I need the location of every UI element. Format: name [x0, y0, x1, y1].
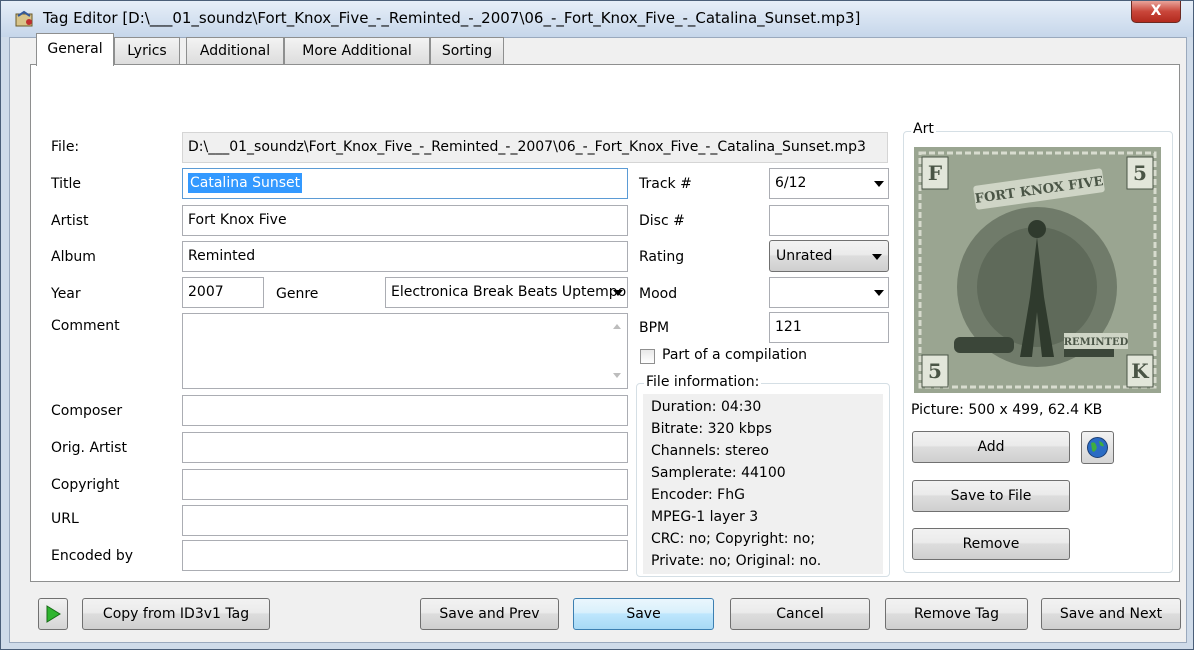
encoded-by-input[interactable]: [182, 540, 628, 571]
artist-input[interactable]: Fort Knox Five: [182, 205, 628, 236]
tab-lyrics[interactable]: Lyrics: [114, 37, 180, 65]
composer-label: Composer: [51, 403, 123, 419]
title-bar[interactable]: Tag Editor [D:\___01_soundz\Fort_Knox_Fi…: [1, 1, 1193, 37]
genre-label: Genre: [276, 286, 319, 302]
save-button[interactable]: Save: [573, 598, 714, 630]
cover-corner-br: K: [1131, 359, 1149, 383]
remove-tag-button[interactable]: Remove Tag: [885, 598, 1028, 630]
private-original-text: Private: no; Original: no.: [651, 553, 822, 569]
album-input[interactable]: Reminted: [182, 241, 628, 272]
disc-label: Disc #: [639, 213, 685, 229]
track-combobox[interactable]: 6/12: [769, 168, 889, 199]
tab-more-additional[interactable]: More Additional: [284, 37, 430, 65]
genre-value: Electronica Break Beats Uptempo: [391, 284, 627, 300]
compilation-checkbox[interactable]: [640, 349, 655, 364]
title-label: Title: [51, 176, 82, 192]
window-title: Tag Editor [D:\___01_soundz\Fort_Knox_Fi…: [43, 9, 861, 27]
cover-corner-tr: 5: [1133, 161, 1147, 185]
mpeg-layer-text: MPEG-1 layer 3: [651, 509, 759, 525]
track-label: Track #: [639, 176, 692, 192]
year-input[interactable]: 2007: [182, 277, 264, 308]
comment-textarea[interactable]: [182, 313, 628, 389]
file-information-group: Duration: 04:30 Bitrate: 320 kbps Channe…: [636, 383, 890, 577]
cover-subtitle-text: REMINTED: [1064, 337, 1129, 348]
play-button[interactable]: [38, 598, 68, 630]
file-label: File:: [51, 139, 80, 155]
encoded-by-label: Encoded by: [51, 548, 133, 564]
copyright-input[interactable]: [182, 469, 628, 500]
play-icon: [46, 605, 61, 623]
rating-label: Rating: [639, 249, 685, 265]
chevron-down-icon: [874, 181, 884, 187]
rating-dropdown[interactable]: Unrated: [769, 240, 889, 272]
remove-art-button[interactable]: Remove: [912, 528, 1070, 560]
album-cover-art: FORT KNOX FIVE REMINTED F 5 5 K: [914, 147, 1161, 393]
art-title: Art: [911, 121, 936, 137]
url-label: URL: [51, 511, 79, 527]
year-label: Year: [51, 286, 81, 302]
globe-icon: [1087, 437, 1108, 458]
orig-artist-input[interactable]: [182, 432, 628, 463]
close-button[interactable]: X: [1131, 1, 1181, 23]
save-art-to-file-button[interactable]: Save to File: [912, 480, 1070, 512]
compilation-label: Part of a compilation: [662, 347, 808, 363]
copy-from-id3v1-button[interactable]: Copy from ID3v1 Tag: [82, 598, 270, 630]
mood-combobox[interactable]: [769, 277, 889, 308]
cover-corner-tl: F: [928, 161, 942, 185]
copyright-label: Copyright: [51, 477, 120, 493]
comment-scrollbar[interactable]: [604, 314, 627, 388]
crc-copyright-text: CRC: no; Copyright: no;: [651, 531, 816, 547]
track-value: 6/12: [775, 175, 807, 191]
mood-label: Mood: [639, 286, 678, 302]
title-input[interactable]: Catalina Sunset: [182, 168, 628, 199]
cancel-button[interactable]: Cancel: [730, 598, 870, 630]
channels-text: Channels: stereo: [651, 443, 769, 459]
duration-text: Duration: 04:30: [651, 399, 762, 415]
tab-additional[interactable]: Additional: [186, 37, 284, 65]
chevron-down-icon: [874, 290, 884, 296]
samplerate-text: Samplerate: 44100: [651, 465, 786, 481]
web-search-art-button[interactable]: [1081, 431, 1114, 464]
url-input[interactable]: [182, 505, 628, 536]
chevron-down-icon: [613, 290, 623, 296]
add-art-button[interactable]: Add: [912, 431, 1070, 463]
title-input-value: Catalina Sunset: [188, 173, 303, 193]
genre-combobox[interactable]: Electronica Break Beats Uptempo: [385, 277, 628, 308]
tag-editor-app-icon: [15, 10, 33, 27]
orig-artist-label: Orig. Artist: [51, 440, 127, 456]
bpm-label: BPM: [639, 320, 670, 336]
file-path-field: D:\___01_soundz\Fort_Knox_Five_-_Reminte…: [182, 132, 888, 163]
chevron-down-icon: [872, 254, 882, 260]
album-label: Album: [51, 249, 96, 265]
comment-label: Comment: [51, 318, 120, 334]
cover-corner-bl: 5: [928, 359, 942, 383]
file-information-title: File information:: [644, 374, 762, 390]
bpm-input[interactable]: 121: [769, 312, 889, 343]
disc-input[interactable]: [769, 205, 889, 236]
artist-label: Artist: [51, 213, 89, 229]
scroll-up-icon: [613, 324, 621, 329]
bitrate-text: Bitrate: 320 kbps: [651, 421, 772, 437]
tab-general[interactable]: General: [36, 33, 114, 66]
tab-sorting[interactable]: Sorting: [430, 37, 504, 65]
picture-info-text: Picture: 500 x 499, 62.4 KB: [911, 402, 1103, 418]
encoder-text: Encoder: FhG: [651, 487, 745, 503]
file-information-box: Duration: 04:30 Bitrate: 320 kbps Channe…: [643, 394, 883, 574]
scroll-down-icon: [613, 373, 621, 378]
album-cover-image: FORT KNOX FIVE REMINTED F 5 5 K: [914, 147, 1161, 393]
save-and-prev-button[interactable]: Save and Prev: [420, 598, 559, 630]
composer-input[interactable]: [182, 395, 628, 426]
save-and-next-button[interactable]: Save and Next: [1041, 598, 1181, 630]
rating-value: Unrated: [776, 248, 833, 264]
